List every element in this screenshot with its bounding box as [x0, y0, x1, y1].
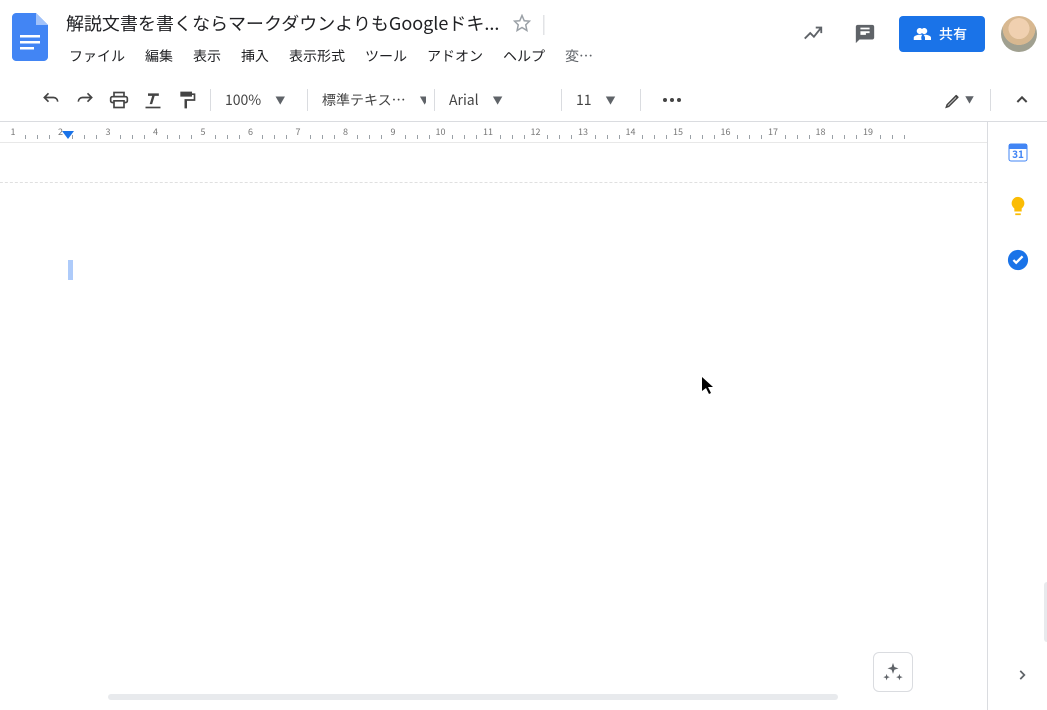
keep-icon[interactable]	[1006, 194, 1030, 218]
separator	[640, 89, 641, 111]
ruler-number: 16	[721, 125, 731, 138]
editing-mode-button[interactable]: ▼	[944, 85, 974, 115]
separator	[561, 89, 562, 111]
ruler-number: 4	[153, 125, 158, 138]
last-edit-status[interactable]: 変…	[556, 42, 602, 70]
ruler-number: 3	[106, 125, 111, 138]
share-button-label: 共有	[939, 24, 967, 44]
ruler-number: 9	[391, 125, 396, 138]
collapse-toolbar-button[interactable]	[1007, 85, 1037, 115]
menu-insert[interactable]: 挿入	[232, 42, 278, 70]
ruler-number: 5	[201, 125, 206, 138]
document-title[interactable]: 解説文書を書くならマークダウンよりもGoogleドキ...	[60, 8, 505, 38]
separator	[434, 89, 435, 111]
menu-addons[interactable]: アドオン	[418, 42, 492, 70]
horizontal-scrollbar[interactable]	[108, 694, 838, 700]
ruler-number: 8	[343, 125, 348, 138]
horizontal-ruler[interactable]: 12345678910111213141516171819	[0, 122, 987, 142]
page-margin-line	[0, 182, 987, 183]
ruler-number: 18	[816, 125, 826, 138]
explore-button[interactable]	[873, 652, 913, 692]
font-family-value: Arial	[449, 90, 479, 110]
zoom-dropdown[interactable]: 100% ▼	[219, 85, 299, 115]
toolbar: 100% ▼ 標準テキス… ▼ Arial ▼ 11 ▼ ▼	[0, 78, 1047, 122]
menu-format[interactable]: 表示形式	[280, 42, 354, 70]
star-icon[interactable]	[513, 14, 531, 32]
ruler-number: 19	[863, 125, 873, 138]
docs-app-icon[interactable]	[10, 10, 50, 64]
document-area[interactable]: 12345678910111213141516171819	[0, 122, 987, 710]
svg-text:31: 31	[1012, 146, 1024, 161]
mouse-pointer-icon	[702, 377, 716, 395]
ruler-number: 14	[626, 125, 636, 138]
ruler-number: 13	[578, 125, 588, 138]
separator	[990, 89, 991, 111]
print-button[interactable]	[104, 85, 134, 115]
chevron-down-icon: ▼	[606, 92, 616, 107]
ruler-number: 6	[248, 125, 253, 138]
clear-formatting-button[interactable]	[138, 85, 168, 115]
paint-format-button[interactable]	[172, 85, 202, 115]
separator	[307, 89, 308, 111]
ruler-number: 17	[768, 125, 778, 138]
paragraph-style-value: 標準テキス…	[322, 90, 406, 110]
calendar-icon[interactable]: 31	[1006, 140, 1030, 164]
side-panel: 31	[987, 122, 1047, 710]
tasks-icon[interactable]	[1006, 248, 1030, 272]
ruler-number: 15	[673, 125, 683, 138]
chevron-down-icon: ▼	[420, 92, 426, 107]
menu-view[interactable]: 表示	[184, 42, 230, 70]
separator	[210, 89, 211, 111]
font-family-dropdown[interactable]: Arial ▼	[443, 85, 553, 115]
font-size-value: 11	[576, 90, 592, 110]
font-size-dropdown[interactable]: 11 ▼	[570, 85, 632, 115]
menu-help[interactable]: ヘルプ	[494, 42, 554, 70]
more-tools-button[interactable]	[657, 85, 687, 115]
ruler-number: 12	[531, 125, 541, 138]
zoom-value: 100%	[225, 90, 261, 110]
divider: |	[541, 10, 546, 36]
ruler-number: 2	[58, 125, 63, 138]
activity-icon[interactable]	[795, 16, 831, 52]
ruler-number: 7	[296, 125, 301, 138]
paragraph-style-dropdown[interactable]: 標準テキス… ▼	[316, 85, 426, 115]
menu-file[interactable]: ファイル	[60, 42, 134, 70]
text-cursor-selection	[68, 260, 73, 280]
redo-button[interactable]	[70, 85, 100, 115]
account-avatar[interactable]	[1001, 16, 1037, 52]
share-button[interactable]: 共有	[899, 16, 985, 52]
undo-button[interactable]	[36, 85, 66, 115]
page-canvas[interactable]	[0, 142, 987, 710]
ruler-number: 1	[11, 125, 16, 138]
expand-side-panel-button[interactable]	[1015, 668, 1029, 682]
comments-icon[interactable]	[847, 16, 883, 52]
menu-bar: ファイル 編集 表示 挿入 表示形式 ツール アドオン ヘルプ 変…	[60, 42, 795, 70]
ruler-number: 11	[483, 125, 493, 138]
menu-tools[interactable]: ツール	[356, 42, 416, 70]
menu-edit[interactable]: 編集	[136, 42, 182, 70]
page-edge-line	[0, 142, 987, 143]
chevron-down-icon: ▼	[493, 92, 503, 107]
chevron-down-icon: ▼	[275, 92, 285, 107]
ruler-number: 10	[436, 125, 446, 138]
